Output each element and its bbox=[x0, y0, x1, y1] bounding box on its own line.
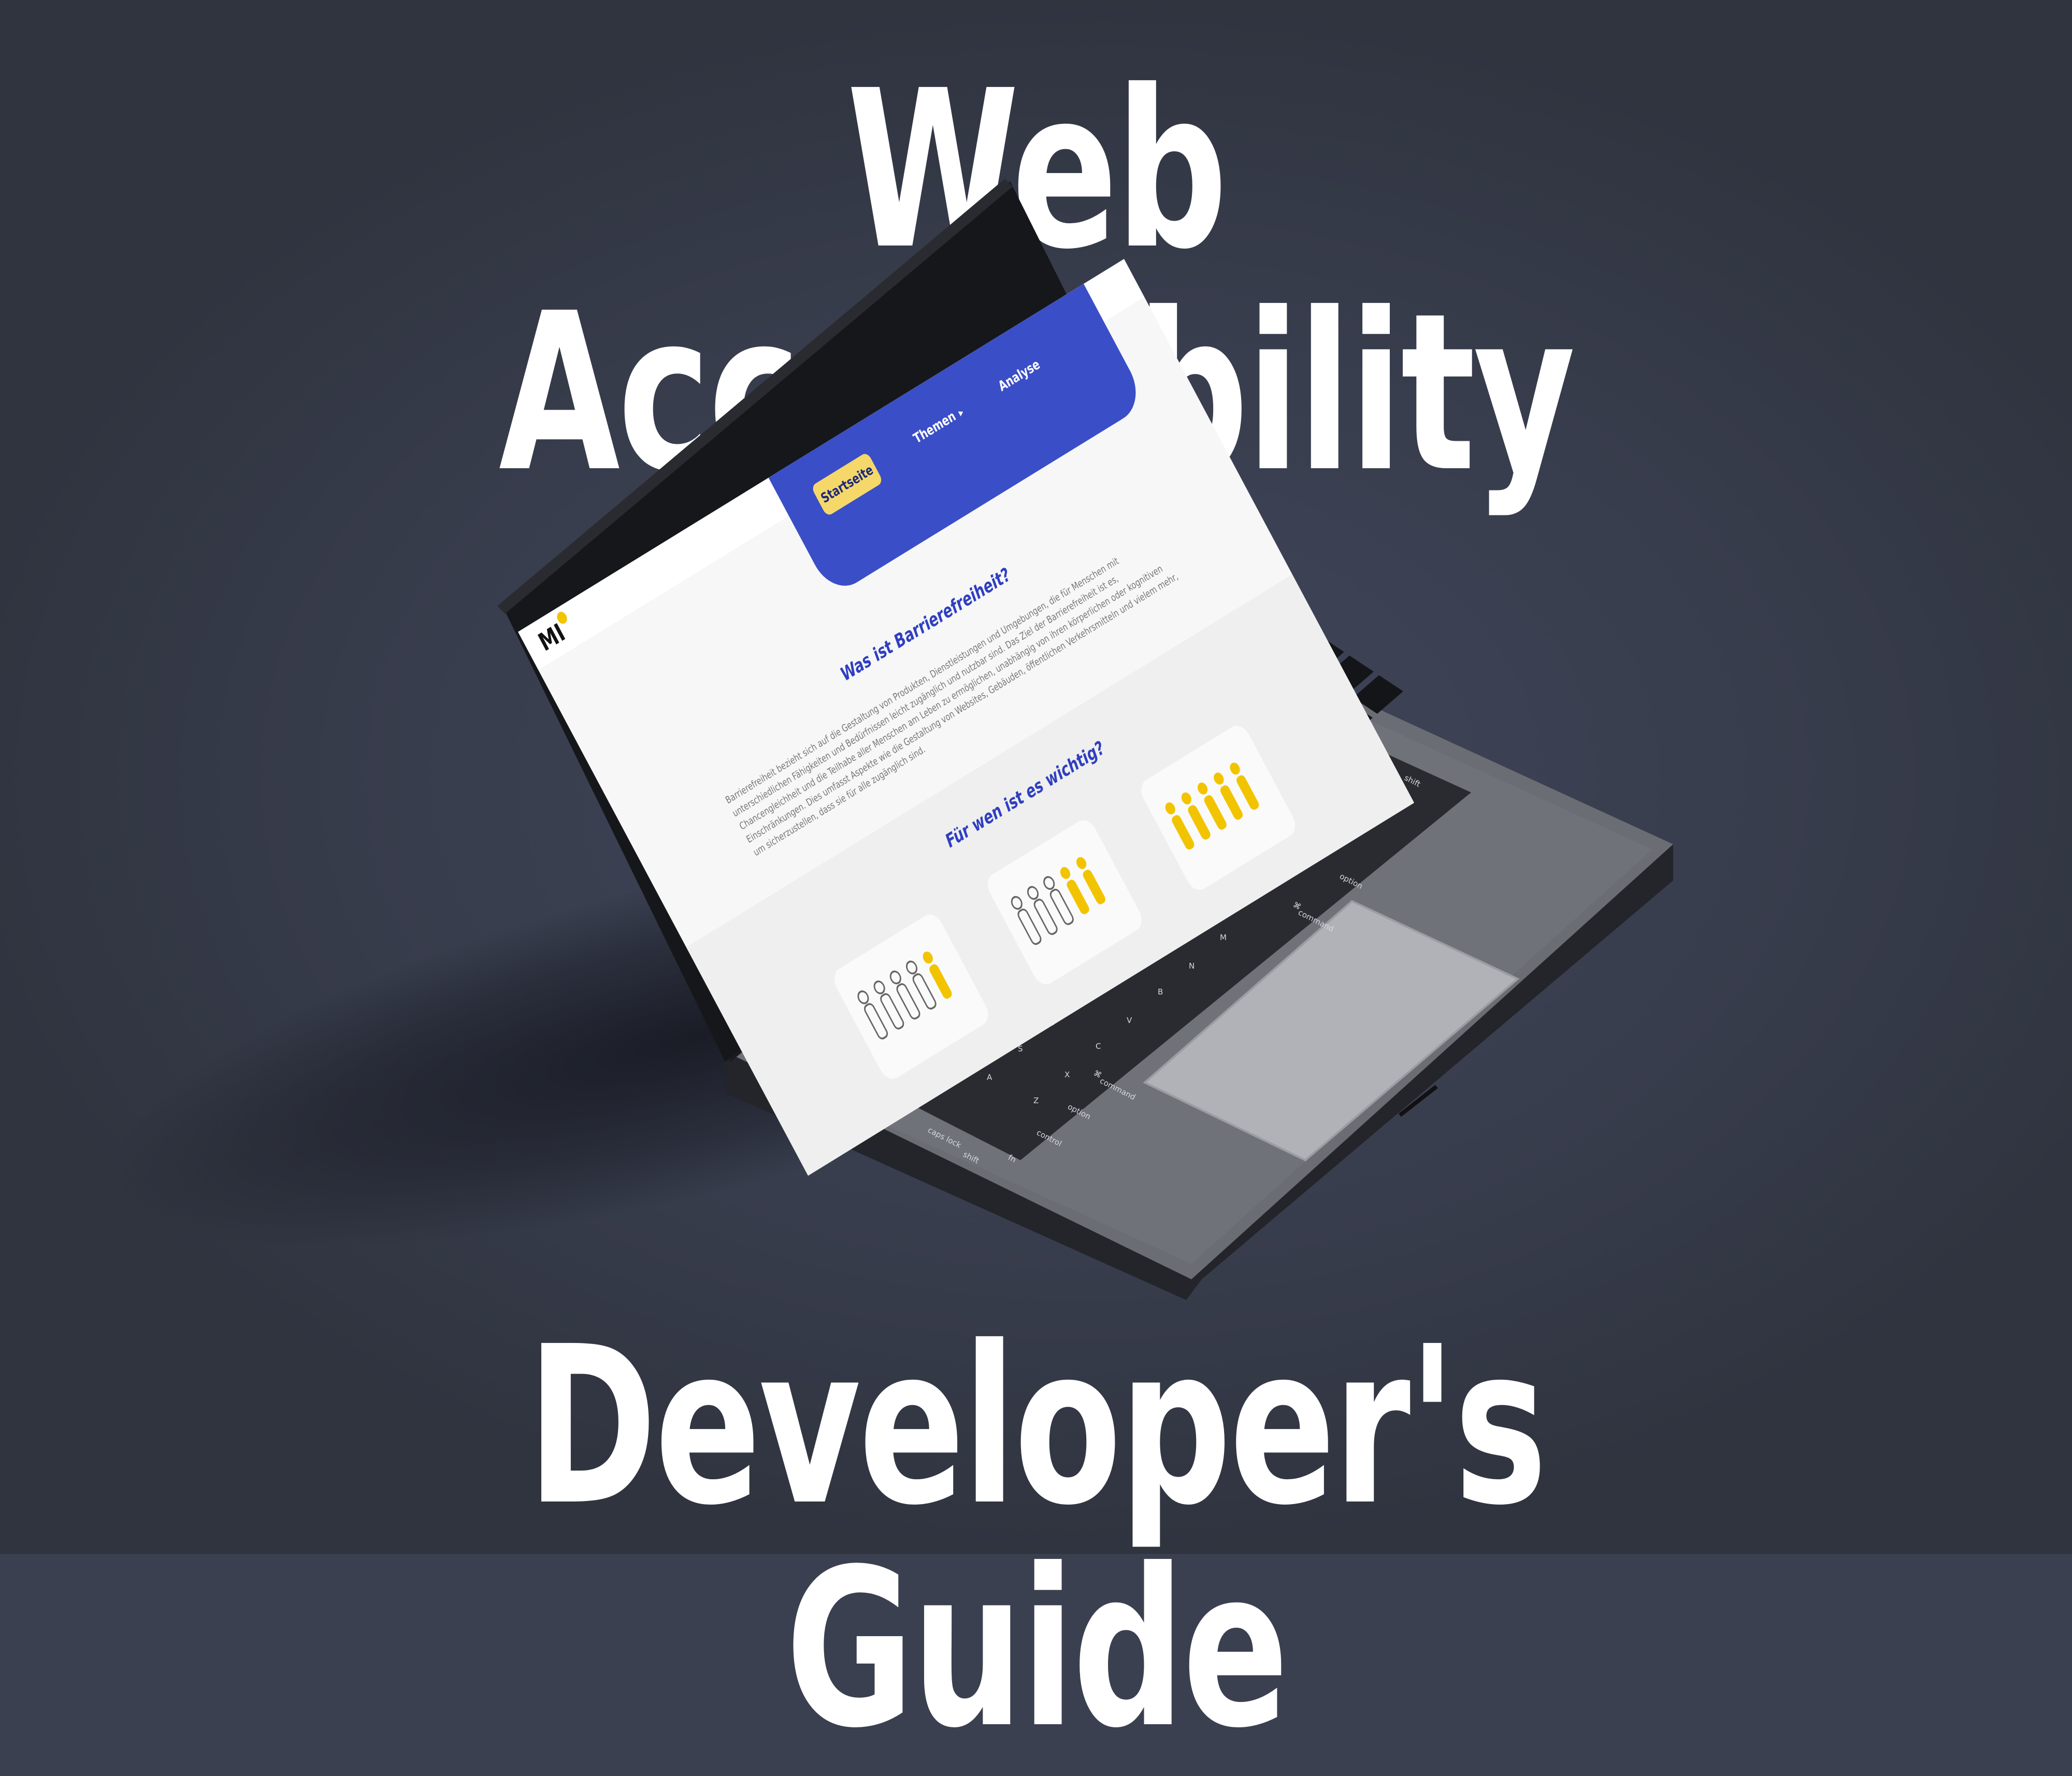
people-icon bbox=[1165, 762, 1259, 850]
nav-themen-link[interactable]: Themen▸ bbox=[911, 404, 966, 447]
key-b[interactable]: B bbox=[1158, 987, 1163, 997]
people-icon bbox=[857, 951, 952, 1039]
people-card bbox=[829, 910, 993, 1084]
people-icon bbox=[1011, 857, 1105, 945]
nav-themen-label: Themen bbox=[911, 409, 959, 447]
nav-startseite-button[interactable]: Startseite bbox=[811, 452, 884, 517]
key-m[interactable]: M bbox=[1220, 933, 1227, 942]
nav-panel: Startseite Themen▸ Analyse bbox=[768, 284, 1148, 598]
chevron-right-icon: ▸ bbox=[956, 406, 966, 420]
key-c[interactable]: C bbox=[1096, 1042, 1101, 1051]
people-card bbox=[1136, 721, 1300, 894]
laptop-screen: MI Startseite Themen▸ Analyse Was ist Ba… bbox=[497, 176, 1414, 1176]
key-a[interactable]: A bbox=[987, 1073, 992, 1082]
key-x[interactable]: X bbox=[1064, 1070, 1070, 1079]
site-logo[interactable]: MI bbox=[534, 618, 569, 657]
key-z[interactable]: Z bbox=[1033, 1096, 1039, 1105]
key-n[interactable]: N bbox=[1189, 961, 1195, 971]
people-card bbox=[983, 815, 1146, 989]
key-v[interactable]: V bbox=[1127, 1016, 1132, 1025]
headline-bottom: Developer's Guide bbox=[527, 1300, 1547, 1776]
nav-analyse-link[interactable]: Analyse bbox=[996, 357, 1043, 395]
